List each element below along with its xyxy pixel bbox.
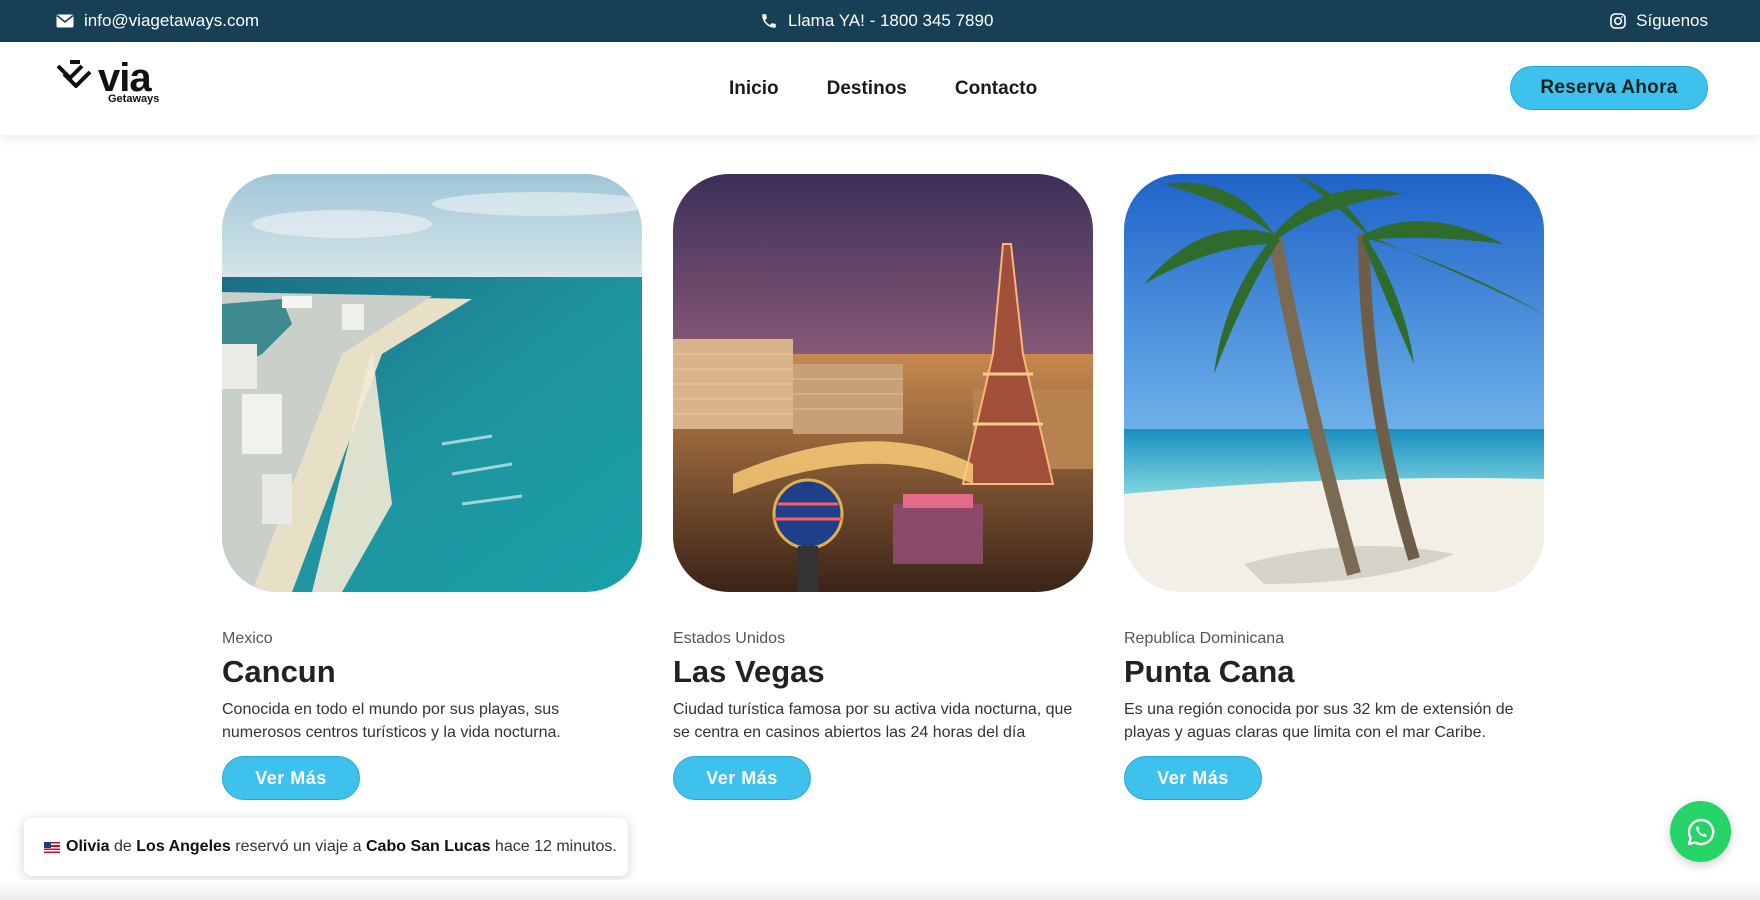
whatsapp-button[interactable]	[1670, 801, 1731, 862]
top-bar: info@viagetaways.com Llama YA! - 1800 34…	[0, 0, 1760, 42]
reserve-now-button[interactable]: Reserva Ahora	[1510, 66, 1708, 110]
nav-link-destinos[interactable]: Destinos	[827, 78, 907, 100]
booking-name: Olivia	[66, 838, 110, 855]
booking-notification[interactable]: Olivia de Los Angeles reservó un viaje a…	[24, 818, 628, 876]
booking-origin: Los Angeles	[136, 838, 231, 855]
nav-link-inicio[interactable]: Inicio	[729, 78, 779, 100]
brand-logo[interactable]: via Getaways	[56, 56, 166, 108]
destination-card-punta-cana: Republica Dominicana Punta Cana Es una r…	[1124, 174, 1544, 800]
see-more-button-las-vegas[interactable]: Ver Más	[673, 756, 811, 800]
destination-card-las-vegas: Estados Unidos Las Vegas Ciudad turístic…	[673, 174, 1093, 800]
cancun-photo[interactable]	[222, 174, 642, 592]
phone-text[interactable]: Llama YA! - 1800 345 7890	[788, 11, 993, 31]
logo-subtitle: Getaways	[108, 93, 160, 105]
phone-icon	[760, 12, 778, 30]
social-text[interactable]: Síguenos	[1636, 11, 1708, 31]
destination-description: Ciudad turística famosa por su activa vi…	[673, 701, 1073, 741]
section-divider	[0, 880, 1760, 900]
destination-city: Cancun	[222, 654, 336, 689]
logo-mark-icon	[56, 60, 92, 88]
social-link[interactable]: Síguenos	[1610, 0, 1708, 42]
booking-text-1: de	[109, 838, 137, 855]
see-more-button-punta-cana[interactable]: Ver Más	[1124, 756, 1262, 800]
destination-country: Republica Dominicana	[1124, 630, 1285, 647]
email-text[interactable]: info@viagetaways.com	[84, 11, 259, 31]
contact-email[interactable]: info@viagetaways.com	[56, 0, 259, 42]
destination-city: Punta Cana	[1124, 654, 1295, 689]
main-navbar: via Getaways Inicio Destinos Contacto Re…	[0, 42, 1760, 135]
destination-description: Es una región conocida por sus 32 km de …	[1124, 701, 1514, 741]
destination-card-cancun: Mexico Cancun Conocida en todo el mundo …	[222, 174, 642, 800]
contact-phone[interactable]: Llama YA! - 1800 345 7890	[760, 0, 993, 42]
envelope-icon	[56, 14, 74, 28]
punta-cana-photo[interactable]	[1124, 174, 1544, 592]
see-more-button-cancun[interactable]: Ver Más	[222, 756, 360, 800]
us-flag-icon	[44, 841, 60, 853]
instagram-icon	[1610, 13, 1626, 29]
nav-link-contacto[interactable]: Contacto	[955, 78, 1037, 100]
whatsapp-icon	[1687, 818, 1714, 845]
booking-text-3: hace 12 minutos.	[490, 838, 617, 855]
primary-nav: Inicio Destinos Contacto	[729, 42, 1037, 135]
destination-city: Las Vegas	[673, 654, 825, 689]
destination-country: Mexico	[222, 630, 273, 647]
booking-destination: Cabo San Lucas	[366, 838, 491, 855]
destination-country: Estados Unidos	[673, 630, 786, 647]
destination-description: Conocida en todo el mundo por sus playas…	[222, 701, 561, 741]
booking-text-2: reservó un viaje a	[230, 838, 366, 855]
las-vegas-photo[interactable]	[673, 174, 1093, 592]
